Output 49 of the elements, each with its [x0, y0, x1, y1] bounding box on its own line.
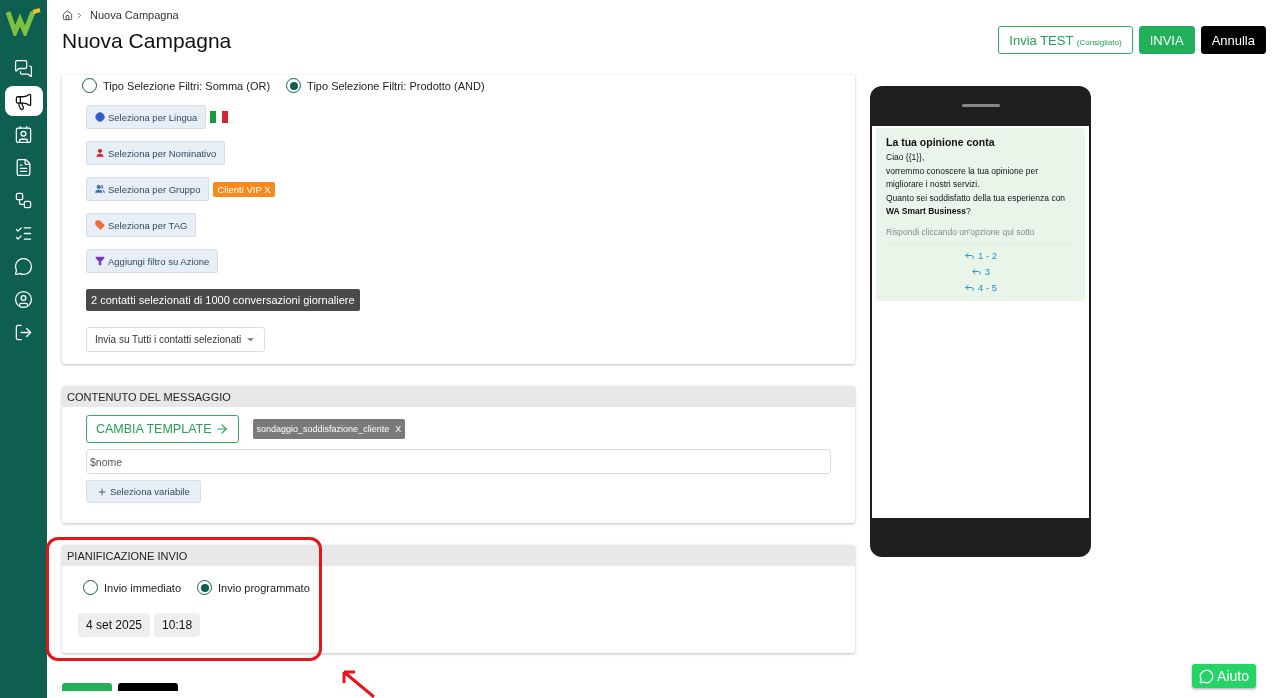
breadcrumb-item[interactable]: Nuova Campagna	[90, 9, 179, 21]
template-chip: sondaggio_soddisfazione_cliente X	[252, 419, 406, 439]
message-footer: Rispondi cliccando un'opzione qui sotto	[886, 226, 1075, 244]
section-header: PIANIFICAZIONE INVIO	[62, 545, 855, 566]
variable-field[interactable]: $nome	[86, 449, 831, 474]
time-field[interactable]: 10:18	[154, 613, 201, 637]
filter-button[interactable]: Seleziona per Lingua	[86, 105, 207, 129]
phone-speaker	[961, 104, 1000, 107]
change-template-button[interactable]: CAMBIA TEMPLATE	[86, 415, 239, 443]
nav-icon	[14, 124, 33, 144]
send-test-button[interactable]: Invia TEST (Consigliato)	[998, 26, 1133, 54]
logo-icon	[5, 6, 42, 36]
filter-icon	[95, 112, 105, 122]
sidebar-item[interactable]	[4, 86, 43, 116]
radio-option[interactable]: Tipo Selezione Filtri: Somma (OR)	[82, 78, 271, 93]
nav-icon	[14, 289, 33, 309]
message-text: Ciao {{1}}, vorremmo conoscere la tua opinione per migliorare i nostri servizi. Quanto sei soddisfatto della tua esperienza con WA Smart Business?	[886, 151, 1067, 218]
radio-option[interactable]: Invio programmato	[197, 580, 310, 595]
nav-icon	[14, 91, 33, 111]
filter-icon	[95, 148, 105, 158]
flag-icon	[210, 111, 229, 123]
filter-button[interactable]: Seleziona per Gruppo	[86, 177, 210, 201]
nav-icon	[14, 322, 33, 342]
filter-button[interactable]: Aggiungi filtro su Azione	[86, 249, 219, 273]
whatsapp-icon	[1199, 668, 1215, 684]
filter-icon	[95, 220, 105, 230]
message-title: La tua opinione conta	[886, 136, 996, 148]
contacts-summary: 2 contatti selezionati di 1000 conversazioni giornaliere	[86, 289, 360, 311]
nav-icon	[14, 58, 33, 78]
radio-option[interactable]: Tipo Selezione Filtri: Prodotto (AND)	[286, 78, 485, 93]
filter-icon	[95, 256, 105, 266]
section-header: CONTENUTO DEL MESSAGGIO	[62, 386, 855, 407]
filter-button[interactable]: Seleziona per Nominativo	[86, 141, 226, 165]
arrow-annotation	[340, 668, 376, 698]
plus-icon	[97, 486, 107, 497]
chevron-icon	[75, 10, 84, 20]
radio-option[interactable]: Invio immediato	[83, 580, 182, 595]
date-field[interactable]: 4 set 2025	[78, 613, 151, 637]
cancel-button[interactable]: Annulla	[1200, 26, 1266, 54]
filter-button[interactable]: Seleziona per TAG	[86, 213, 197, 237]
page-title: Nuova Campagna	[62, 29, 232, 53]
nav-icon	[14, 256, 33, 276]
nav-icon	[14, 190, 33, 210]
nav-icon	[14, 157, 33, 177]
filter-icon	[95, 184, 105, 194]
select-variable-button[interactable]: Seleziona variabile	[86, 480, 201, 503]
send-target-dropdown[interactable]: Invia su Tutti i contatti selezionati	[86, 327, 266, 352]
arrow-right-icon	[214, 422, 229, 436]
home-icon[interactable]	[62, 9, 73, 21]
